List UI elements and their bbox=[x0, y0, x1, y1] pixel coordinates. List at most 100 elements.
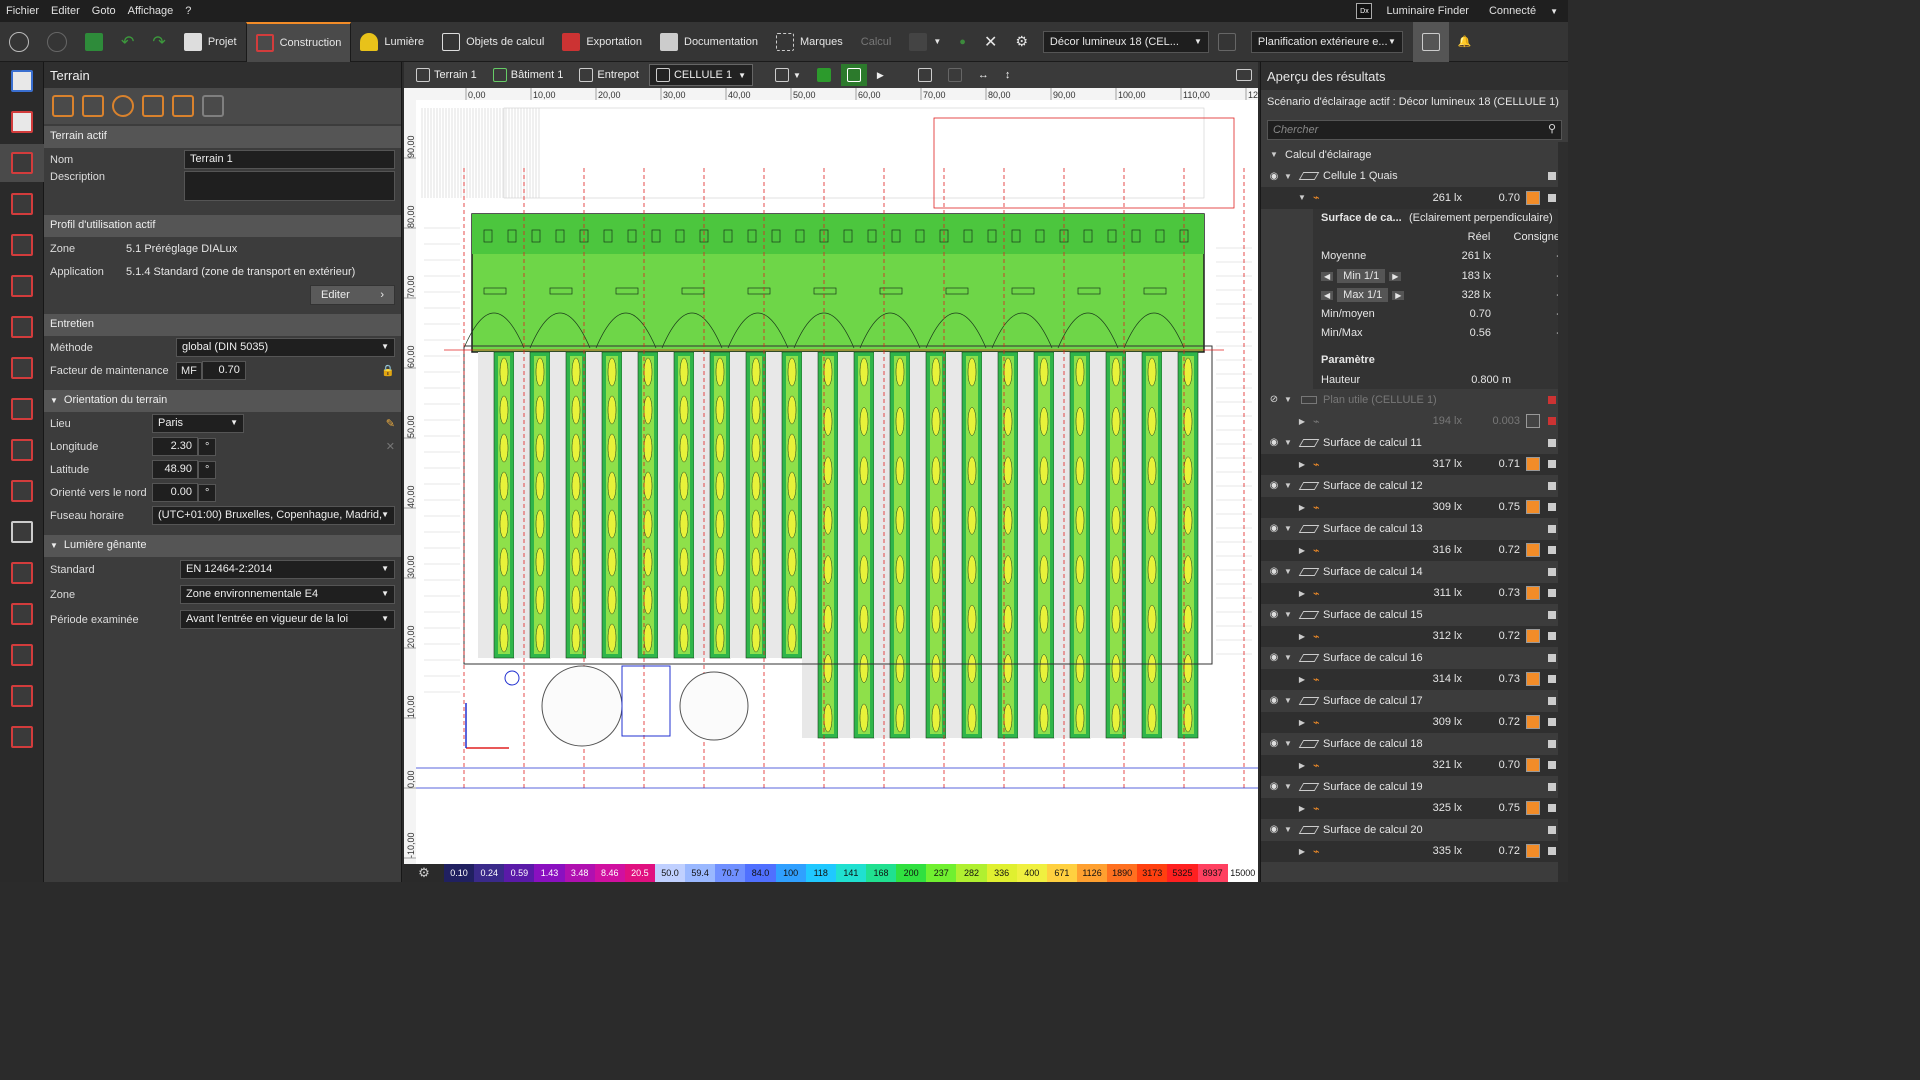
view-mode-icon[interactable] bbox=[1412, 21, 1449, 62]
select-square-icon[interactable] bbox=[1548, 172, 1556, 181]
chevron-right-icon[interactable]: ▶ bbox=[1295, 675, 1309, 684]
tab-projet[interactable]: Projet bbox=[175, 22, 246, 62]
chevron-down-icon[interactable]: ▼ bbox=[1281, 696, 1295, 705]
luminaire-finder-link[interactable]: Luminaire Finder bbox=[1380, 5, 1475, 17]
select-square-icon[interactable] bbox=[1548, 804, 1556, 813]
select-square-icon[interactable] bbox=[1548, 567, 1556, 576]
chevron-right-icon[interactable]: ▶ bbox=[1295, 804, 1309, 813]
select-square-icon[interactable] bbox=[1548, 718, 1556, 727]
chevron-left-icon[interactable]: ◀ bbox=[1321, 271, 1334, 281]
close-icon[interactable]: ✕ bbox=[975, 22, 1006, 62]
gear-icon[interactable]: ⚙ bbox=[1006, 22, 1037, 62]
chevron-down-icon[interactable]: ▼ bbox=[1550, 7, 1558, 16]
iso-chart-icon[interactable] bbox=[1526, 629, 1540, 644]
lock-icon[interactable]: 🔒 bbox=[381, 364, 395, 377]
narrow-rect-icon[interactable] bbox=[82, 95, 104, 117]
tab-documentation[interactable]: Documentation bbox=[651, 22, 767, 62]
plan-view-icon[interactable] bbox=[840, 64, 867, 86]
plan-canvas[interactable]: 0,00 10,00 20,00 30,00 40,00 50,00 60,00 70,00 8… bbox=[404, 88, 1258, 864]
gzone-select[interactable]: Zone environnementale E4 ▼ bbox=[180, 585, 395, 604]
select-square-icon[interactable] bbox=[1548, 675, 1556, 684]
surface-row[interactable]: ◉ ▼ Surface de calcul 19 bbox=[1261, 776, 1568, 798]
column-icon[interactable] bbox=[0, 349, 44, 387]
undo-icon[interactable]: ↶ bbox=[112, 22, 143, 62]
surface-result-row[interactable]: ▶ ⌁ 335 lx 0.72 bbox=[1261, 840, 1568, 863]
cell-row[interactable]: ◉ ▼ Cellule 1 Quais bbox=[1261, 166, 1568, 188]
iso-chart-icon[interactable] bbox=[1526, 190, 1540, 205]
chevron-down-icon[interactable]: ▼ bbox=[1267, 150, 1281, 159]
notification-icon[interactable]: 🔔 bbox=[1449, 22, 1481, 62]
select-square-icon[interactable] bbox=[1548, 524, 1556, 533]
chevron-right-icon[interactable]: ▶ bbox=[1295, 546, 1309, 555]
tab-construction[interactable]: Construction bbox=[245, 21, 352, 62]
chevron-right-icon[interactable]: ▶ bbox=[1295, 632, 1309, 641]
chevron-down-icon[interactable]: ▼ bbox=[1295, 193, 1309, 202]
planning-select[interactable]: Planification extérieure e... ▼ bbox=[1250, 30, 1403, 53]
select-square-icon[interactable] bbox=[1548, 546, 1556, 555]
select-square-icon[interactable] bbox=[1548, 481, 1556, 490]
select-square-icon[interactable] bbox=[1548, 632, 1556, 641]
scene-select[interactable]: Décor lumineux 18 (CEL... ▼ bbox=[1042, 30, 1209, 53]
zoom-selection-icon[interactable] bbox=[942, 64, 968, 86]
polygon-tool-icon[interactable] bbox=[142, 95, 164, 117]
align-icon[interactable] bbox=[0, 718, 44, 756]
surface-result-row[interactable]: ▶ ⌁ 309 lx 0.72 bbox=[1261, 711, 1568, 734]
pen-tool-icon[interactable] bbox=[172, 95, 194, 117]
furniture-icon[interactable] bbox=[0, 513, 44, 551]
surface-result-row[interactable]: ▶ ⌁ 314 lx 0.73 bbox=[1261, 668, 1568, 691]
surface-row[interactable]: ◉ ▼ Surface de calcul 15 bbox=[1261, 604, 1568, 626]
chevron-down-icon[interactable]: ▼ bbox=[1281, 172, 1295, 181]
select-square-icon[interactable] bbox=[1548, 847, 1556, 856]
surface-row[interactable]: ◉ ▼ Surface de calcul 20 bbox=[1261, 819, 1568, 841]
select-square-icon[interactable] bbox=[1548, 589, 1556, 598]
method-select[interactable]: global (DIN 5035) ▼ bbox=[176, 338, 395, 357]
iso-chart-icon[interactable] bbox=[1526, 457, 1540, 472]
surface-result-row[interactable]: ▶ ⌁ 317 lx 0.71 bbox=[1261, 453, 1568, 476]
forward-icon[interactable] bbox=[38, 22, 76, 62]
section-glare[interactable]: ▼ Lumière gênante bbox=[44, 535, 401, 557]
eye-icon[interactable]: ◉ bbox=[1267, 171, 1281, 182]
eye-icon[interactable]: ◉ bbox=[1267, 566, 1281, 577]
roof-icon[interactable] bbox=[0, 390, 44, 428]
grid-tool-icon[interactable] bbox=[202, 95, 224, 117]
calc-status-icon[interactable]: ▼ bbox=[900, 22, 950, 62]
surface-row[interactable]: ◉ ▼ Surface de calcul 11 bbox=[1261, 432, 1568, 454]
chevron-down-icon[interactable]: ▼ bbox=[1281, 610, 1295, 619]
eye-icon[interactable]: ◉ bbox=[1267, 824, 1281, 835]
measure-height-icon[interactable]: ↕ bbox=[999, 64, 1017, 86]
menu-goto[interactable]: Goto bbox=[86, 5, 122, 17]
surface-result-row[interactable]: ▶ ⌁ 312 lx 0.72 bbox=[1261, 625, 1568, 648]
surface-result-row[interactable]: ▶ ⌁ 325 lx 0.75 bbox=[1261, 797, 1568, 820]
chevron-right-icon[interactable]: ▶ bbox=[1295, 503, 1309, 512]
select-square-icon[interactable] bbox=[1548, 417, 1556, 426]
chevron-down-icon[interactable]: ▼ bbox=[1281, 481, 1295, 490]
text-icon[interactable] bbox=[0, 595, 44, 633]
eye-icon[interactable]: ◉ bbox=[1267, 609, 1281, 620]
play-icon[interactable]: ▶ bbox=[871, 64, 890, 86]
tab-marques[interactable]: Marques bbox=[767, 22, 852, 62]
lat-input[interactable]: 48.90 bbox=[152, 460, 198, 479]
iso-chart-icon[interactable] bbox=[1526, 758, 1540, 773]
eye-icon[interactable]: ◉ bbox=[1267, 523, 1281, 534]
plan-result-row[interactable]: ▶ ⌁ 194 lx 0.003 bbox=[1261, 411, 1568, 433]
surface-row[interactable]: ◉ ▼ Surface de calcul 12 bbox=[1261, 475, 1568, 497]
eye-icon[interactable]: ◉ bbox=[1267, 781, 1281, 792]
select-square-icon[interactable] bbox=[1548, 696, 1556, 705]
chevron-right-icon[interactable]: ▶ bbox=[1389, 271, 1402, 281]
edit-button[interactable]: Editer › bbox=[310, 284, 395, 305]
tab-terrain[interactable]: Terrain 1 bbox=[410, 64, 483, 86]
surface-result-row[interactable]: ▶ ⌁ 311 lx 0.73 bbox=[1261, 582, 1568, 605]
chevron-left-icon[interactable]: ◀ bbox=[1321, 290, 1334, 300]
surface-row[interactable]: ◉ ▼ Surface de calcul 18 bbox=[1261, 733, 1568, 755]
calcul-button[interactable]: Calcul bbox=[852, 22, 901, 62]
north-input[interactable]: 0.00 bbox=[152, 483, 198, 502]
tab-entrepot[interactable]: Entrepot bbox=[573, 64, 645, 86]
save-icon[interactable] bbox=[76, 22, 112, 62]
period-select[interactable]: Avant l'entrée en vigueur de la loi ▼ bbox=[180, 610, 395, 629]
search-icon[interactable]: ⚲ bbox=[1548, 122, 1556, 135]
window-icon[interactable] bbox=[0, 431, 44, 469]
fit-view-icon[interactable] bbox=[912, 64, 938, 86]
chevron-down-icon[interactable]: ▼ bbox=[1281, 653, 1295, 662]
rect-tool-icon[interactable] bbox=[52, 95, 74, 117]
eye-icon[interactable]: ◉ bbox=[1267, 480, 1281, 491]
